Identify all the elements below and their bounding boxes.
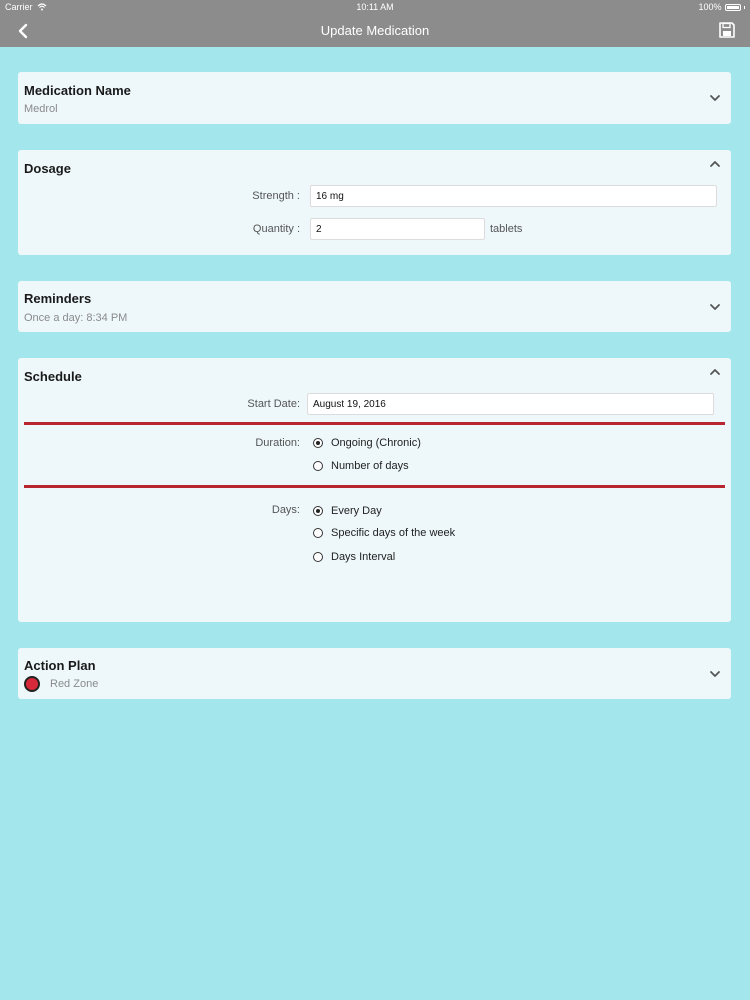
nav-bar: Update Medication [0,15,750,47]
floppy-disk-icon[interactable] [718,21,736,39]
action-plan-zone: Red Zone [50,678,99,690]
start-date-input[interactable]: August 19, 2016 [307,393,714,415]
radio-unselected-icon[interactable] [313,461,323,471]
radio-unselected-icon[interactable] [313,552,323,562]
chevron-down-icon[interactable] [709,668,721,680]
battery-icon [724,3,741,11]
duration-option-ongoing[interactable]: Ongoing (Chronic) [313,437,421,449]
days-label: Days: [271,504,300,516]
red-zone-dot-icon [24,676,40,692]
schedule-title: Schedule [24,369,82,384]
duration-option-number-of-days[interactable]: Number of days [313,460,409,472]
duration-option-label: Ongoing (Chronic) [331,437,421,449]
chevron-down-icon[interactable] [709,301,721,313]
reminders-card[interactable]: Reminders Once a day: 8:34 PM [18,281,731,332]
chevron-up-icon[interactable] [709,366,721,378]
medication-name-value: Medrol [24,103,58,115]
chevron-down-icon[interactable] [709,92,721,104]
schedule-card: Schedule Start Date: August 19, 2016 Dur… [18,358,731,622]
dosage-title: Dosage [24,161,71,176]
battery-percent: 100% [698,2,722,12]
status-bar: Carrier 10:11 AM 100% [0,0,750,15]
days-option-label: Days Interval [331,551,396,563]
action-plan-card[interactable]: Action Plan Red Zone [18,648,731,699]
reminders-title: Reminders [24,291,92,306]
medication-name-card[interactable]: Medication Name Medrol [18,72,731,124]
radio-unselected-icon[interactable] [313,528,323,538]
start-date-label: Start Date: [247,398,300,410]
quantity-input[interactable]: 2 [310,218,485,240]
duration-label: Duration: [255,437,300,449]
action-plan-title: Action Plan [24,658,96,673]
days-option-label: Specific days of the week [331,527,456,539]
reminders-summary: Once a day: 8:34 PM [24,312,128,324]
status-time: 10:11 AM [356,2,394,12]
days-option-label: Every Day [331,505,382,517]
medication-name-title: Medication Name [24,83,131,98]
days-option-specific-days[interactable]: Specific days of the week [313,527,455,539]
divider [24,485,725,488]
radio-selected-icon[interactable] [313,506,323,516]
radio-selected-icon[interactable] [313,438,323,448]
battery-tip [743,5,745,9]
duration-option-label: Number of days [331,460,409,472]
dosage-card: Dosage Strength : 16 mg Quantity : 2 tab… [18,150,731,255]
divider [24,422,725,425]
days-option-every-day[interactable]: Every Day [313,505,382,517]
chevron-up-icon[interactable] [709,158,721,170]
quantity-unit: tablets [490,223,523,235]
battery-indicator: 100% [698,2,745,12]
days-option-interval[interactable]: Days Interval [313,551,395,563]
strength-label: Strength : [252,190,300,202]
page-title: Update Medication [320,23,430,38]
quantity-label: Quantity : [252,223,300,235]
strength-input[interactable]: 16 mg [310,185,717,207]
